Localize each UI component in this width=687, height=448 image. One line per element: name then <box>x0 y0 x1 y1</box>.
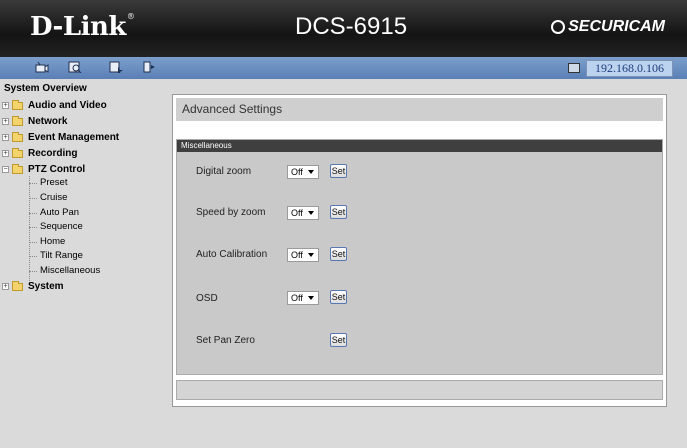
set-pan-zero-label: Set Pan Zero <box>196 335 255 346</box>
folder-icon <box>12 99 23 110</box>
tree-connector-line <box>29 176 30 283</box>
sidebar-sub-tilt-range[interactable]: Tilt Range <box>40 250 83 263</box>
speed-by-zoom-set-button[interactable]: Set <box>330 205 347 219</box>
sidebar-item-audio-video[interactable]: + Audio and Video <box>2 99 107 112</box>
expand-icon[interactable]: + <box>2 102 9 109</box>
sidebar-item-network[interactable]: + Network <box>2 115 67 128</box>
auto-calibration-label: Auto Calibration <box>196 249 268 260</box>
securicam-logo: SECURICAM <box>551 18 665 36</box>
digital-zoom-select[interactable]: Off <box>287 165 319 179</box>
securicam-label: SECURICAM <box>568 18 665 35</box>
live-video-icon[interactable] <box>35 61 49 73</box>
miscellaneous-section: Miscellaneous Digital zoom Off Set Speed… <box>176 139 663 375</box>
system-overview-link[interactable]: System Overview <box>4 83 87 94</box>
digital-zoom-label: Digital zoom <box>196 166 252 177</box>
tree-connector-line <box>29 242 37 243</box>
tree-connector-line <box>29 198 37 199</box>
tree-connector-line <box>29 213 37 214</box>
sidebar-sub-auto-pan[interactable]: Auto Pan <box>40 207 79 220</box>
maintenance-icon[interactable] <box>109 61 123 73</box>
osd-label: OSD <box>196 293 218 304</box>
expand-icon[interactable]: + <box>2 283 9 290</box>
expand-icon[interactable]: + <box>2 118 9 125</box>
sidebar-sub-preset[interactable]: Preset <box>40 177 67 190</box>
osd-select[interactable]: Off <box>287 291 319 305</box>
collapse-icon[interactable]: − <box>2 166 9 173</box>
expand-icon[interactable]: + <box>2 150 9 157</box>
tree-connector-line <box>29 271 37 272</box>
registered-mark: ® <box>126 12 135 21</box>
sidebar-item-event-management[interactable]: + Event Management <box>2 131 119 144</box>
speed-by-zoom-label: Speed by zoom <box>196 207 266 218</box>
ip-display: 192.168.0.106 <box>568 59 673 77</box>
header-bar: D-Link® DCS-6915 SECURICAM <box>0 0 687 57</box>
folder-icon <box>12 115 23 126</box>
sidebar-sub-cruise[interactable]: Cruise <box>40 192 67 205</box>
page-title: Advanced Settings <box>176 98 663 121</box>
section-title: Miscellaneous <box>177 140 662 152</box>
setup-icon[interactable] <box>68 61 82 73</box>
securicam-ring-icon <box>551 20 566 34</box>
tree-connector-line <box>29 256 37 257</box>
logout-icon[interactable] <box>142 61 156 73</box>
folder-icon <box>12 147 23 158</box>
auto-calibration-select[interactable]: Off <box>287 248 319 262</box>
monitor-icon <box>568 63 580 73</box>
sidebar-nav: System Overview + Audio and Video + Networ… <box>0 79 160 448</box>
expand-icon[interactable]: + <box>2 134 9 141</box>
brand-name: D-Link <box>30 12 126 42</box>
open-folder-icon <box>12 163 23 174</box>
set-pan-zero-button[interactable]: Set <box>330 333 347 347</box>
toolbar: 192.168.0.106 <box>0 57 687 79</box>
sidebar-sub-home[interactable]: Home <box>40 236 65 249</box>
speed-by-zoom-select[interactable]: Off <box>287 206 319 220</box>
ip-address: 192.168.0.106 <box>586 59 673 77</box>
digital-zoom-set-button[interactable]: Set <box>330 164 347 178</box>
folder-icon <box>12 131 23 142</box>
tree-connector-line <box>29 227 37 228</box>
camera-model: DCS-6915 <box>295 13 408 40</box>
osd-set-button[interactable]: Set <box>330 290 347 304</box>
dlink-logo: D-Link® <box>30 12 135 42</box>
folder-icon <box>12 280 23 291</box>
sidebar-sub-miscellaneous[interactable]: Miscellaneous <box>40 265 100 278</box>
auto-calibration-set-button[interactable]: Set <box>330 247 347 261</box>
tree-connector-line <box>29 183 37 184</box>
sidebar-item-ptz-control[interactable]: − PTZ Control <box>2 163 85 176</box>
sidebar-item-system[interactable]: + System <box>2 280 64 293</box>
sidebar-sub-sequence[interactable]: Sequence <box>40 221 83 234</box>
sidebar-item-recording[interactable]: + Recording <box>2 147 77 160</box>
advanced-settings-panel: Advanced Settings Miscellaneous Digital … <box>172 94 667 407</box>
panel-footer <box>176 380 663 400</box>
